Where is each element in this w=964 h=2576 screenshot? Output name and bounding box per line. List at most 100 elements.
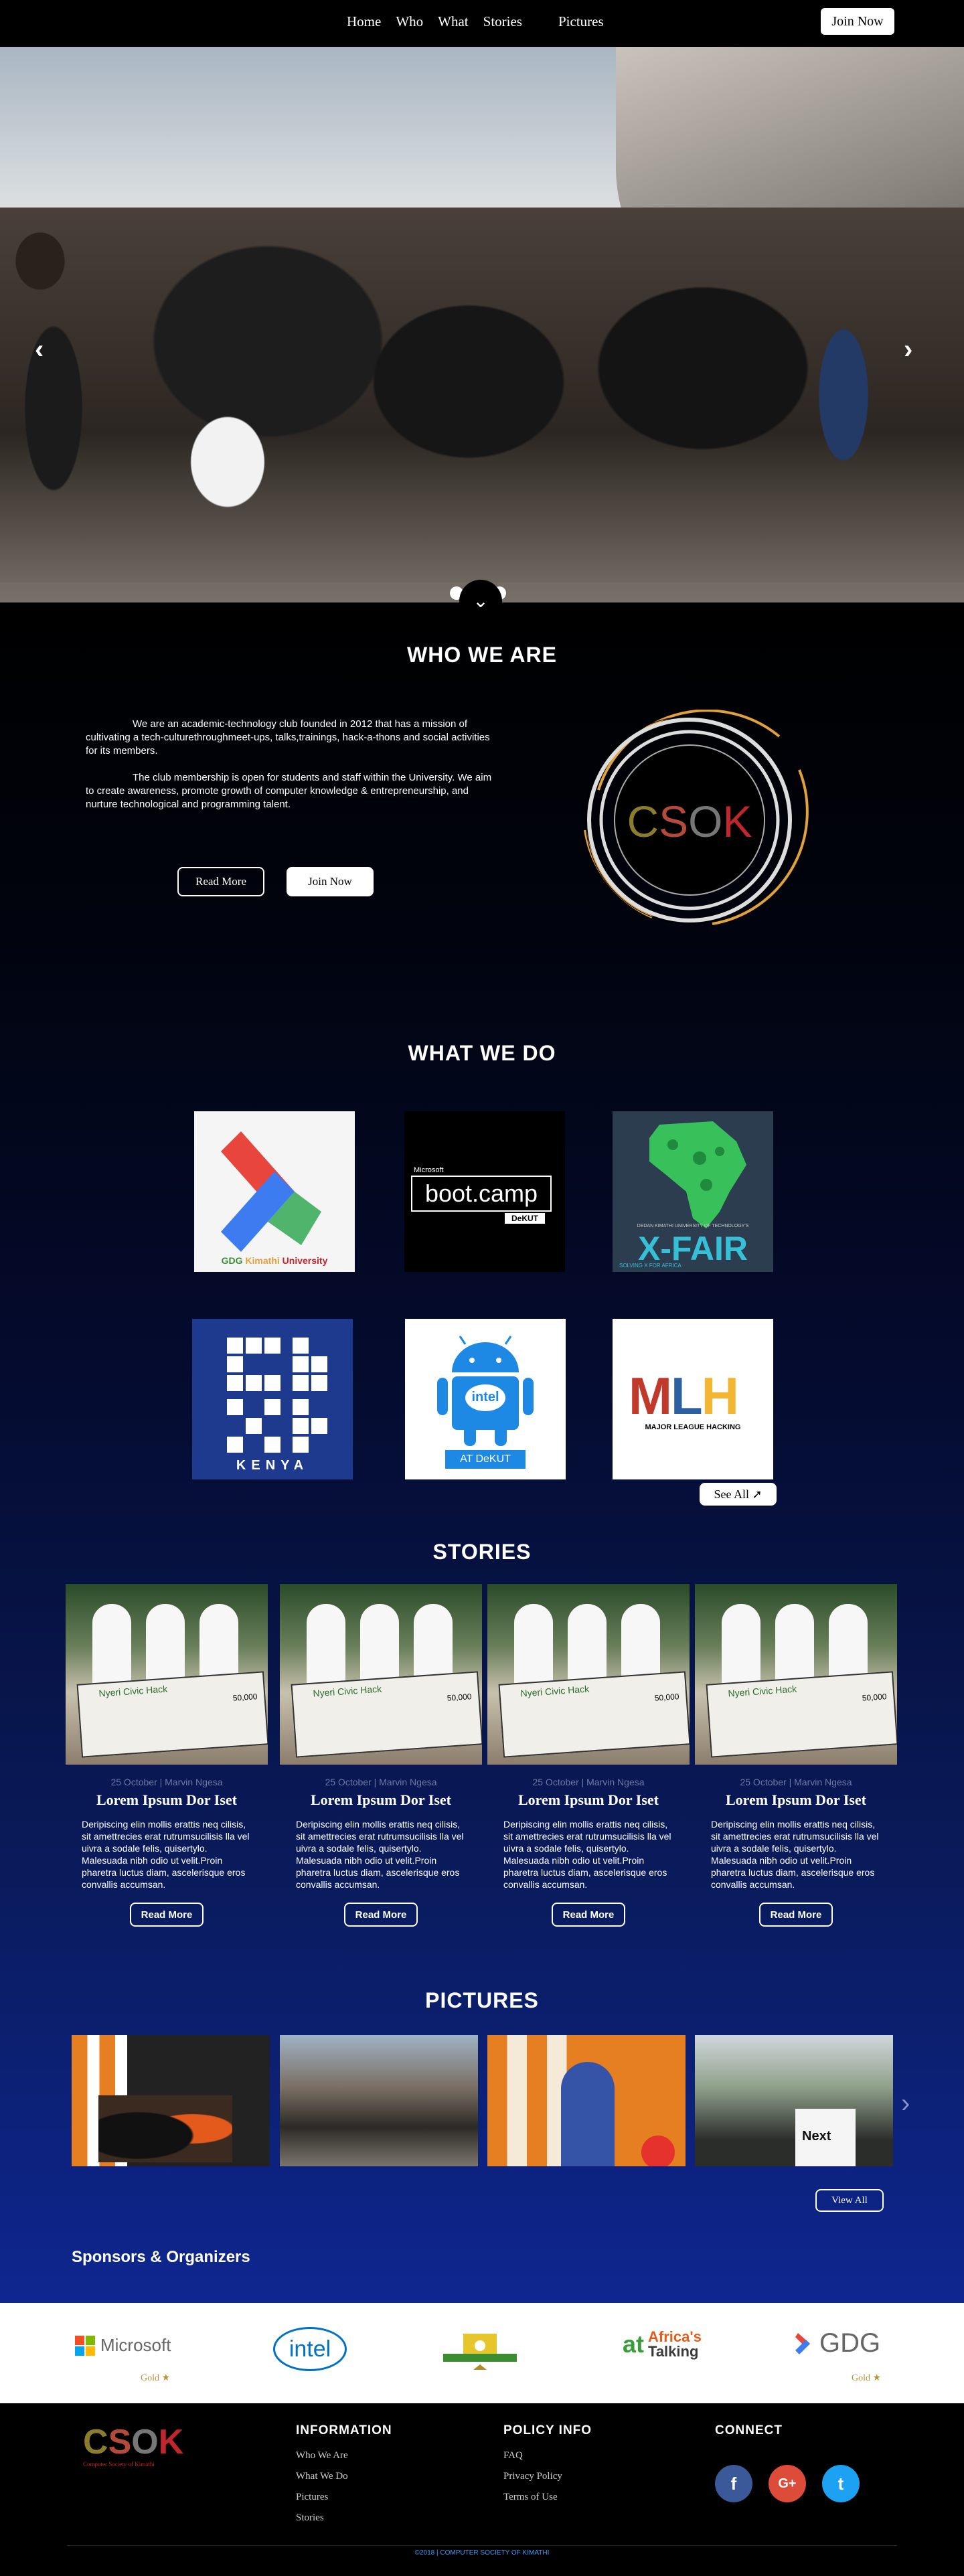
tile-android-intel[interactable]: intel AT DeKUT xyxy=(405,1319,566,1479)
footer-link-what[interactable]: What We Do xyxy=(296,2471,392,2482)
what-we-do-section: WHAT WE DO GDG Kimathi University Micros… xyxy=(0,1004,964,1540)
story-read-more-button[interactable]: Read More xyxy=(552,1903,625,1927)
scroll-down-icon[interactable]: ⌄ xyxy=(459,580,502,623)
main-content: ⌄ WHO WE ARE We are an academic-technolo… xyxy=(0,580,964,2303)
footer-connect-title: CONNECT xyxy=(715,2423,783,2437)
pictures-section: PICTURES Next › View All Sponsors & Orga… xyxy=(0,1988,964,2303)
footer-logo: CSOK Computer Society of Kimathi xyxy=(83,2423,184,2468)
footer-link-privacy[interactable]: Privacy Policy xyxy=(503,2471,592,2482)
xfair-top: DEDAN KIMATHI UNIVERSITY OF TECHNOLOGY'S xyxy=(637,1224,749,1228)
view-all-button[interactable]: View All xyxy=(815,2189,884,2212)
tile-gdg-kimathi[interactable]: GDG Kimathi University xyxy=(194,1111,355,1272)
gold-badge: Gold ★ xyxy=(141,2373,171,2383)
who-join-button[interactable]: Join Now xyxy=(287,867,374,896)
story-body: Deripiscing elin mollis erattis neq cili… xyxy=(82,1819,250,1890)
read-more-button[interactable]: Read More xyxy=(177,867,264,896)
footer-link-stories[interactable]: Stories xyxy=(296,2512,392,2524)
story-read-more-button[interactable]: Read More xyxy=(344,1903,418,1927)
picture-1[interactable] xyxy=(72,2035,270,2166)
sponsor-kimathi-crest[interactable] xyxy=(436,2327,524,2381)
sponsor-microsoft[interactable]: Microsoft xyxy=(75,2335,171,2356)
story-photo: Nyeri Civic Hack 50,000 xyxy=(487,1584,690,1765)
story-check: Nyeri Civic Hack 50,000 xyxy=(291,1671,482,1758)
nav-home[interactable]: Home xyxy=(347,13,381,30)
footer-connect: CONNECT xyxy=(715,2423,783,2450)
facebook-icon[interactable]: f xyxy=(715,2465,752,2502)
story-title: Lorem Ipsum Dor Iset xyxy=(96,1791,238,1808)
android-intel-badge: intel xyxy=(471,1390,499,1404)
nav-links: Home Who What Stories Pictures xyxy=(347,13,604,30)
footer-csok-text: CSOK xyxy=(83,2423,184,2462)
what-title: WHAT WE DO xyxy=(408,1041,556,1065)
stories-section: STORIES Nyeri Civic Hack 50,000 25 Octobe… xyxy=(0,1540,964,1988)
ck-pixel-logo xyxy=(227,1338,327,1453)
story-check: Nyeri Civic Hack 50,000 xyxy=(498,1671,690,1758)
mlh-sub: MAJOR LEAGUE HACKING xyxy=(645,1423,741,1431)
social-icons: f G+ t xyxy=(715,2465,860,2502)
ck-title: KENYA xyxy=(236,1458,309,1473)
story-title: Lorem Ipsum Dor Iset xyxy=(725,1791,867,1808)
footer-information-title: INFORMATION xyxy=(296,2423,392,2437)
nav-pictures[interactable]: Pictures xyxy=(558,13,604,30)
footer-link-pictures[interactable]: Pictures xyxy=(296,2492,392,2503)
bootcamp-sub: DeKUT xyxy=(505,1213,546,1224)
footer-divider xyxy=(67,2545,897,2546)
picture-2[interactable] xyxy=(280,2035,478,2166)
who-paragraph-2: The club membership is open for students… xyxy=(86,772,492,810)
see-all-button[interactable]: See All ➚ xyxy=(700,1483,777,1506)
csok-power-logo: CSOK xyxy=(584,710,809,925)
story-check: Nyeri Civic Hack 50,000 xyxy=(706,1671,897,1758)
tile-xfair[interactable]: DEDAN KIMATHI UNIVERSITY OF TECHNOLOGY'S… xyxy=(613,1111,773,1272)
carousel-prev-icon[interactable]: ‹ xyxy=(35,335,44,365)
mlh-title: MLH xyxy=(629,1366,739,1425)
picture-3[interactable] xyxy=(487,2035,686,2166)
who-title: WHO WE ARE xyxy=(407,643,557,667)
bootcamp-brand: Microsoft xyxy=(414,1166,444,1174)
sponsor-africas-talking[interactable]: at Africa's Talking xyxy=(623,2330,702,2359)
sponsor-gdg[interactable]: GDG xyxy=(795,2328,880,2358)
join-now-button[interactable]: Join Now xyxy=(821,8,894,35)
bootcamp-title: boot.camp xyxy=(411,1176,552,1212)
footer-policy-title: POLICY INFO xyxy=(503,2423,592,2437)
xfair-sub: SOLVING X FOR AFRICA xyxy=(619,1263,681,1269)
footer-information: INFORMATION Who We Are What We Do Pictur… xyxy=(296,2423,392,2533)
pictures-title: PICTURES xyxy=(425,1988,539,2012)
story-meta: 25 October | Marvin Ngesa xyxy=(110,1777,223,1787)
story-read-more-button[interactable]: Read More xyxy=(130,1903,204,1927)
hero-carousel: ‹ › xyxy=(0,47,964,602)
nav-who[interactable]: Who xyxy=(396,13,423,30)
story-body: Deripiscing elin mollis erattis neq cili… xyxy=(711,1819,879,1890)
sponsors-title: Sponsors & Organizers xyxy=(72,2248,250,2266)
footer-link-who[interactable]: Who We Are xyxy=(296,2450,392,2462)
see-all-label: See All xyxy=(714,1487,749,1501)
stories-title: STORIES xyxy=(432,1540,532,1564)
footer-link-faq[interactable]: FAQ xyxy=(503,2450,592,2462)
microsoft-logo-icon xyxy=(75,2335,95,2356)
story-read-more-button[interactable]: Read More xyxy=(759,1903,833,1927)
story-body: Deripiscing elin mollis erattis neq cili… xyxy=(296,1819,464,1890)
story-card: Nyeri Civic Hack 50,000 25 October | Marv… xyxy=(66,1584,268,1927)
who-paragraph-1: We are an academic-technology club found… xyxy=(86,718,490,756)
story-card: Nyeri Civic Hack 50,000 25 October | Marv… xyxy=(695,1584,897,1927)
picture-4[interactable]: Next xyxy=(695,2035,893,2166)
twitter-icon[interactable]: t xyxy=(822,2465,860,2502)
top-navbar: Home Who What Stories Pictures Join Now xyxy=(0,0,964,47)
sponsors-strip: Microsoft Gold ★ intel at Africa's Talki… xyxy=(0,2303,964,2403)
nav-stories[interactable]: Stories xyxy=(483,13,522,30)
copyright-text: ©2018 | COMPUTER SOCIETY OF KIMATHI xyxy=(414,2549,550,2557)
sponsor-intel[interactable]: intel xyxy=(273,2327,347,2371)
who-description: We are an academic-technology club found… xyxy=(86,718,494,825)
who-we-are-section: WHO WE ARE We are an academic-technology… xyxy=(0,602,964,1004)
story-card: Nyeri Civic Hack 50,000 25 October | Marv… xyxy=(487,1584,690,1927)
story-card: Nyeri Civic Hack 50,000 25 October | Marv… xyxy=(280,1584,482,1927)
google-plus-icon[interactable]: G+ xyxy=(769,2465,806,2502)
hero-group-photo xyxy=(0,208,964,582)
tile-bootcamp[interactable]: Microsoft boot.camp DeKUT xyxy=(404,1111,565,1272)
tile-mlh[interactable]: MLH MAJOR LEAGUE HACKING xyxy=(613,1319,773,1479)
story-meta: 25 October | Marvin Ngesa xyxy=(532,1777,645,1787)
pictures-next-icon[interactable]: › xyxy=(901,2089,910,2119)
carousel-next-icon[interactable]: › xyxy=(904,335,912,365)
nav-what[interactable]: What xyxy=(438,13,468,30)
footer-link-terms[interactable]: Terms of Use xyxy=(503,2492,592,2503)
tile-ck-kenya[interactable]: KENYA xyxy=(192,1319,353,1479)
